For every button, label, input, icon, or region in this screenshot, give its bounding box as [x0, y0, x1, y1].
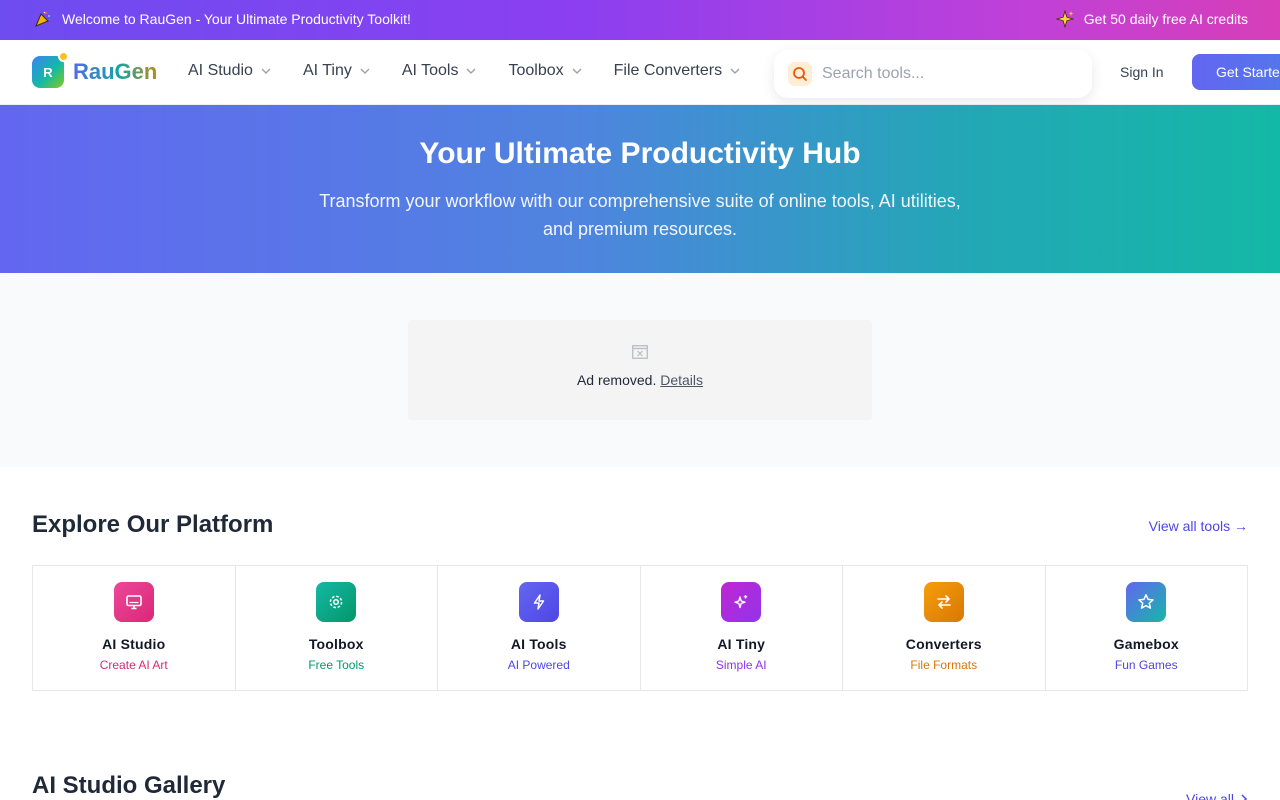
card-title: AI Tools: [510, 636, 567, 652]
main-menu: AI Studio AI Tiny AI Tools Toolbox File …: [188, 62, 740, 80]
gallery-view-all-label: View all: [1186, 791, 1234, 800]
menu-item-ai-studio[interactable]: AI Studio: [188, 62, 271, 80]
hero-banner: Your Ultimate Productivity Hub Transform…: [0, 105, 1280, 273]
card-subtitle: Simple AI: [715, 658, 767, 672]
chevron-down-icon: [466, 68, 476, 74]
card-ai-tools[interactable]: AI Tools AI Powered: [438, 566, 641, 690]
star-icon: [1126, 582, 1167, 622]
lightning-icon: [518, 582, 559, 622]
chevron-down-icon: [730, 68, 740, 74]
get-started-button[interactable]: Get Started: [1192, 54, 1280, 90]
menu-item-ai-tools[interactable]: AI Tools: [402, 62, 477, 80]
card-ai-studio[interactable]: AI Studio Create AI Art: [33, 566, 236, 690]
platform-cards: AI Studio Create AI Art Toolbox Free Too…: [32, 565, 1248, 691]
hero-subtitle: Transform your workflow with our compreh…: [319, 191, 961, 239]
card-title: AI Tiny: [717, 636, 766, 652]
chevron-right-icon: [1241, 794, 1248, 800]
menu-label: AI Tiny: [302, 62, 352, 79]
search-input[interactable]: [822, 65, 1062, 83]
gallery-view-all-link[interactable]: View all: [1186, 791, 1248, 800]
menu-label: Toolbox: [508, 62, 564, 79]
sparkles-icon: [721, 582, 762, 622]
gear-icon: [316, 582, 357, 622]
chevron-down-icon: [572, 68, 582, 74]
party-popper-icon: [34, 10, 52, 28]
card-subtitle: AI Powered: [507, 658, 570, 672]
card-subtitle: Create AI Art: [99, 658, 168, 672]
menu-item-file-converters[interactable]: File Converters: [614, 62, 740, 80]
chevron-down-icon: [360, 68, 370, 74]
card-title: AI Studio: [102, 636, 166, 652]
announcement-bar: Welcome to RauGen - Your Ultimate Produc…: [0, 0, 1280, 40]
logo-mark: R: [32, 51, 69, 88]
search-box: [774, 50, 1092, 98]
card-subtitle: Fun Games: [1114, 658, 1178, 672]
card-ai-tiny[interactable]: AI Tiny Simple AI: [640, 566, 843, 690]
menu-item-toolbox[interactable]: Toolbox: [508, 62, 582, 80]
logo-letter: R: [43, 64, 53, 80]
sparkles-icon: [1055, 10, 1074, 28]
ad-removed-text: Ad removed. Details: [408, 372, 872, 388]
ad-section: Ad removed. Details: [0, 273, 1280, 467]
chevron-down-icon: [261, 68, 271, 74]
swap-arrows-icon: [923, 582, 964, 622]
monitor-icon: [113, 582, 154, 622]
announcement-text: Welcome to RauGen - Your Ultimate Produc…: [62, 11, 411, 27]
credits-text[interactable]: Get 50 daily free AI credits: [1084, 11, 1248, 27]
menu-label: AI Tools: [401, 62, 459, 79]
card-converters[interactable]: Converters File Formats: [843, 566, 1046, 690]
card-subtitle: Free Tools: [308, 658, 365, 672]
ad-removed-label: Ad removed.: [576, 372, 657, 388]
gallery-title: AI Studio Gallery: [32, 772, 226, 799]
card-title: Toolbox: [308, 636, 364, 652]
ad-placeholder: Ad removed. Details: [408, 320, 872, 420]
card-title: Gamebox: [1113, 636, 1179, 652]
view-all-tools-link[interactable]: View all tools →: [1149, 518, 1248, 534]
navbar: R RauGen AI Studio AI Tiny AI Tools Tool…: [0, 40, 1280, 105]
removed-image-icon: [632, 345, 648, 359]
card-subtitle: File Formats: [910, 658, 978, 672]
ad-details-link[interactable]: Details: [660, 372, 703, 388]
search-icon: [788, 62, 812, 86]
logo-dot: [58, 51, 69, 62]
menu-item-ai-tiny[interactable]: AI Tiny: [303, 62, 370, 80]
card-toolbox[interactable]: Toolbox Free Tools: [235, 566, 438, 690]
logo-text: RauGen: [73, 59, 158, 84]
explore-title: Explore Our Platform: [32, 511, 274, 538]
hero-title: Your Ultimate Productivity Hub: [419, 137, 861, 170]
logo[interactable]: R RauGen: [32, 51, 158, 88]
card-title: Converters: [905, 636, 982, 652]
card-gamebox[interactable]: Gamebox Fun Games: [1045, 566, 1247, 690]
sign-in-link[interactable]: Sign In: [1120, 64, 1164, 80]
menu-label: AI Studio: [188, 62, 253, 79]
menu-label: File Converters: [613, 62, 723, 79]
